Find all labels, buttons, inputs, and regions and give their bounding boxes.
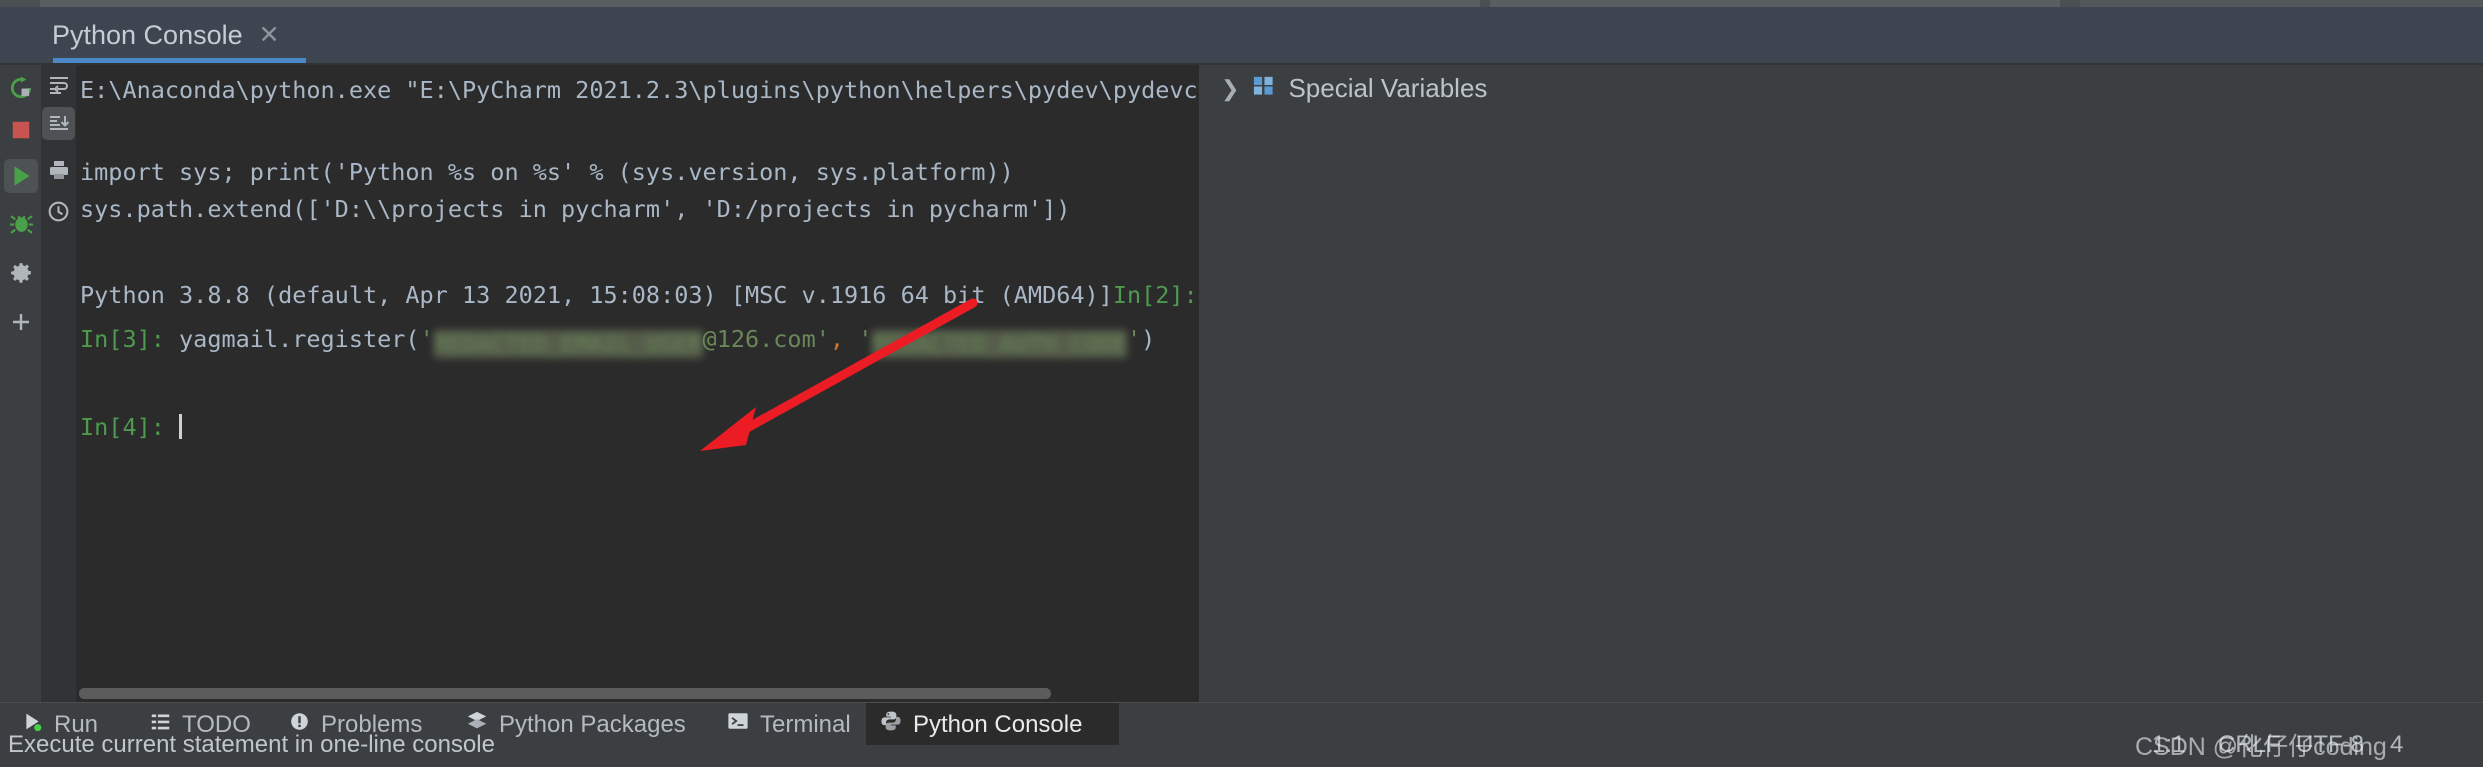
bottom-tab-terminal[interactable]: Terminal: [713, 703, 865, 746]
console-text-segment: In[2]:: [1112, 281, 1198, 309]
soft-wrap-icon[interactable]: [42, 68, 75, 101]
console-line-version: Python 3.8.8 (default, Apr 13 2021, 15:0…: [80, 281, 1199, 309]
console-caret: [179, 414, 183, 439]
special-variables-label: Special Variables: [1288, 73, 1488, 103]
top-strip-segment-3: [2080, 0, 2483, 7]
terminal-icon: [727, 710, 749, 739]
console-text-segment: In[4]:: [80, 413, 165, 441]
status-bar: Execute current statement in one-line co…: [0, 731, 2483, 767]
settings-icon[interactable]: [4, 255, 38, 289]
console-text-segment: yagmail.register(: [164, 325, 420, 353]
run-icon[interactable]: [4, 159, 38, 193]
console-text-segment: [165, 413, 179, 441]
redacted-text: REDACTED_EMAIL_USER: [433, 330, 703, 358]
console-line-in3: In[3]: yagmail.register('REDACTED_EMAIL_…: [80, 325, 1155, 358]
console-horizontal-scrollbar[interactable]: [79, 688, 1051, 699]
top-strip-segment-2: [1490, 0, 2060, 7]
console-text-segment: ): [1141, 325, 1156, 353]
bottom-tab-python-packages-label: Python Packages: [499, 710, 686, 738]
console-text-segment: ': [419, 325, 434, 353]
encoding[interactable]: UTF-8: [2296, 731, 2364, 759]
print-icon[interactable]: [42, 153, 75, 186]
console-line-sys-path: sys.path.extend(['D:\\projects in pychar…: [80, 195, 1070, 223]
pycharm-window: Python Console ✕ E:\Anaconda\python.exe …: [0, 0, 2483, 767]
console-line-in4-prompt[interactable]: In[4]:: [80, 413, 183, 441]
annotation-arrow-icon: [700, 298, 978, 451]
indent-setting[interactable]: 4 spaces: [2390, 731, 2483, 767]
history-icon[interactable]: [42, 195, 75, 228]
console-text-segment: ': [1127, 325, 1142, 353]
bottom-tab-terminal-label: Terminal: [760, 710, 851, 738]
console-splitter[interactable]: [1199, 65, 1207, 702]
bottom-tab-python-console-label: Python Console: [913, 710, 1083, 738]
console-text-segment: In[3]:: [80, 325, 165, 353]
console-text-segment: E:\Anaconda\python.exe "E:\PyCharm 2021.…: [80, 76, 1199, 104]
debug-icon[interactable]: [4, 206, 38, 240]
tab-python-console-label: Python Console: [52, 19, 243, 50]
stop-icon[interactable]: [4, 113, 38, 147]
console-tab-header: Python Console ✕: [0, 7, 2483, 63]
status-message: Execute current statement in one-line co…: [8, 731, 495, 758]
tab-active-underline: [53, 58, 306, 63]
console-output[interactable]: E:\Anaconda\python.exe "E:\PyCharm 2021.…: [76, 65, 1199, 702]
console-line-cmdline: E:\Anaconda\python.exe "E:\PyCharm 2021.…: [80, 76, 1199, 104]
chevron-right-icon[interactable]: ❯: [1221, 76, 1239, 102]
close-icon[interactable]: ✕: [259, 22, 280, 48]
tab-python-console[interactable]: Python Console ✕: [30, 7, 302, 63]
top-strip-segment-1: [40, 0, 1480, 7]
add-icon[interactable]: [4, 305, 38, 339]
special-variables-header[interactable]: ❯ Special Variables: [1221, 73, 1487, 104]
console-gutter-toolbar: [41, 65, 76, 702]
console-text-segment: import sys; print('Python %s on %s' % (s…: [80, 158, 1014, 186]
caret-position[interactable]: 1:1: [2152, 731, 2185, 759]
line-separator[interactable]: CRLF: [2218, 731, 2281, 759]
console-text-segment: sys.path.extend(['D:\\projects in pychar…: [80, 195, 1071, 223]
bottom-tab-python-console[interactable]: Python Console: [866, 703, 1119, 746]
top-strip: [0, 0, 2483, 7]
variables-grid-icon: [1252, 73, 1275, 104]
python-icon: [880, 710, 902, 739]
special-variables-panel: ❯ Special Variables: [1207, 65, 2483, 702]
console-left-toolbar: [0, 65, 41, 702]
scroll-end-icon[interactable]: [42, 107, 75, 140]
console-line-import-sys: import sys; print('Python %s on %s' % (s…: [80, 158, 1014, 186]
rerun-icon[interactable]: [4, 71, 38, 105]
